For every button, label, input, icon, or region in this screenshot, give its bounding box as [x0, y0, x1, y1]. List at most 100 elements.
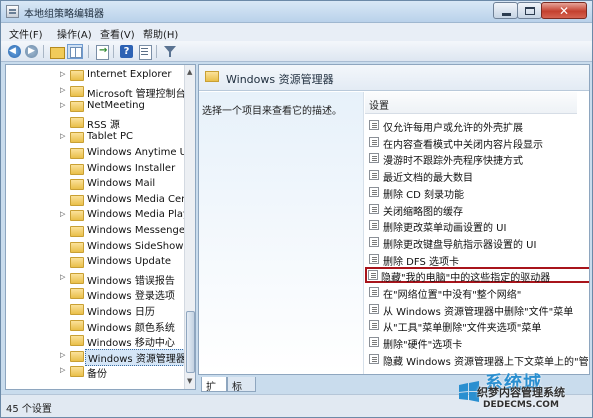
scroll-up-icon[interactable]: ▲	[187, 68, 192, 76]
tree-item[interactable]: ▷ Microsoft 管理控制台	[6, 84, 186, 100]
tree-item-label: Windows Installer	[87, 162, 176, 174]
tree-item-label: Windows 日历	[87, 307, 155, 318]
setting-row[interactable]: 从 Windows 资源管理器中删除"文件"菜单	[367, 301, 577, 318]
minimize-button[interactable]	[493, 2, 518, 19]
tree-item[interactable]: Windows Installer	[6, 162, 184, 177]
policy-setting-icon	[368, 270, 378, 281]
policy-setting-icon	[369, 320, 379, 331]
close-icon: ✕	[559, 4, 570, 18]
folder-icon	[70, 101, 84, 113]
tree-item[interactable]: Windows Media Cent	[6, 193, 191, 208]
policy-setting-icon	[369, 170, 379, 181]
tree-item[interactable]: ▷ Windows 错误报告	[6, 271, 184, 287]
expand-arrow-icon[interactable]: ▷	[60, 366, 65, 374]
help-icon[interactable]	[119, 44, 135, 59]
setting-row[interactable]: 隐藏 Windows 资源管理器上下文菜单上的"管	[367, 351, 589, 368]
setting-row[interactable]: 仅允许每用户或允许的外壳扩展	[367, 117, 577, 134]
expand-arrow-icon[interactable]: ▷	[60, 70, 65, 78]
tree-item-label: Windows Mail	[87, 178, 156, 190]
tree-item[interactable]: Windows 移动中心	[6, 333, 184, 349]
show-hide-tree-icon[interactable]	[67, 44, 83, 59]
setting-label: 从 Windows 资源管理器中删除"文件"菜单	[383, 306, 574, 318]
tree-item[interactable]: ▷ Internet Explorer	[6, 68, 184, 83]
folder-icon	[70, 210, 84, 222]
policy-setting-icon	[369, 287, 379, 297]
tree-item[interactable]: Windows Anytime Up	[6, 146, 193, 161]
expand-arrow-icon[interactable]: ▷	[60, 351, 65, 359]
setting-row[interactable]: 在"网络位置"中没有"整个网络"	[367, 284, 577, 301]
setting-row[interactable]: 删除 CD 刻录功能	[367, 184, 577, 201]
expand-arrow-icon[interactable]: ▷	[60, 132, 65, 140]
tree-item[interactable]: Windows Mail	[6, 177, 184, 192]
tree-item[interactable]: ▷ Windows Media Play	[6, 208, 189, 223]
close-button[interactable]: ✕	[541, 2, 587, 19]
setting-row[interactable]: 最近文档的最大数目	[367, 167, 577, 184]
tree-item[interactable]: ▷ Tablet PC	[6, 130, 184, 145]
tree-item[interactable]: Windows 登录选项	[6, 286, 184, 302]
folder-icon	[70, 163, 84, 175]
setting-label: 在内容查看模式中关闭内容片段显示	[383, 139, 543, 151]
tree-item-label: Windows Update	[87, 256, 172, 268]
tree-item[interactable]: Windows 颜色系统	[6, 318, 184, 334]
column-header-setting[interactable]: 设置	[365, 92, 577, 114]
policy-setting-icon	[369, 220, 379, 231]
scroll-down-icon[interactable]: ▼	[187, 377, 192, 385]
tree-item[interactable]: Windows Update	[6, 255, 184, 270]
policy-setting-icon	[369, 136, 379, 147]
tree-item[interactable]: Windows 日历	[6, 302, 184, 318]
expand-arrow-icon[interactable]: ▷	[60, 86, 65, 94]
title-bar[interactable]: 本地组策略编辑器 ✕	[1, 1, 592, 23]
tree-item[interactable]: ▷ 备份	[6, 364, 184, 380]
folder-icon	[70, 350, 84, 362]
tree-scrollbar[interactable]: ▲ ▼	[184, 65, 195, 389]
folder-icon	[70, 132, 84, 144]
setting-row[interactable]: 删除更改键盘导航指示器设置的 UI	[367, 234, 577, 251]
filter-icon[interactable]	[162, 44, 178, 59]
setting-row[interactable]: 漫游时不跟踪外壳程序快捷方式	[367, 150, 577, 167]
setting-label: 隐藏"我的电脑"中的这些指定的驱动器	[381, 273, 551, 285]
menu-help[interactable]: 帮助(H)	[143, 26, 178, 41]
setting-row[interactable]: 删除"硬件"选项卡	[367, 334, 577, 351]
setting-label: 删除更改菜单动画设置的 UI	[383, 223, 507, 235]
tree-item[interactable]: Windows Messenger	[6, 224, 189, 239]
folder-icon	[70, 304, 84, 315]
tree-item-label: Windows 资源管理器	[85, 348, 189, 366]
properties-icon[interactable]	[137, 44, 153, 60]
setting-row[interactable]: 从"工具"菜单删除"文件夹选项"菜单	[367, 317, 577, 334]
tab-standard[interactable]: 标准	[227, 377, 256, 408]
settings-list: 设置 仅允许每用户或允许的外壳扩展在内容查看模式中关闭内容片段显示 漫游时不跟踪外…	[365, 92, 589, 374]
setting-row[interactable]: 关闭缩略图的缓存	[367, 201, 577, 218]
menu-file[interactable]: 文件(F)	[9, 26, 43, 41]
setting-row[interactable]: 隐藏"我的电脑"中的这些指定的驱动器	[365, 267, 589, 285]
folder-icon	[70, 241, 84, 253]
menu-action[interactable]: 操作(A)	[57, 26, 92, 41]
export-list-icon[interactable]	[94, 44, 110, 60]
toolbar-separator	[156, 45, 157, 58]
tree-item[interactable]: Windows SideShow	[6, 240, 184, 255]
tree-item-label: Internet Explorer	[87, 69, 172, 80]
policy-setting-icon	[369, 253, 379, 264]
tree-item-label: Windows Media Cent	[87, 193, 192, 205]
folder-icon	[70, 148, 84, 159]
tree-pane[interactable]: ▷ Internet Explorer ▷ Microsoft 管理控制台 ▷ NetMe…	[5, 64, 196, 390]
setting-row[interactable]: 在内容查看模式中关闭内容片段显示	[367, 134, 577, 151]
expand-arrow-icon[interactable]: ▷	[60, 101, 65, 109]
forward-icon[interactable]	[24, 44, 40, 59]
tree-scroll-thumb[interactable]	[186, 311, 195, 373]
setting-row[interactable]: 删除 DFS 选项卡	[367, 251, 577, 268]
tab-extended[interactable]: 扩展	[201, 377, 227, 408]
tree-item[interactable]: ▷ NetMeeting	[6, 99, 184, 114]
back-icon[interactable]	[7, 44, 23, 59]
tree-item[interactable]: RSS 源	[6, 115, 184, 131]
tree-item-label: Windows Media Play	[87, 209, 189, 221]
expand-arrow-icon[interactable]: ▷	[60, 273, 65, 281]
folder-icon	[205, 71, 219, 82]
tree-item-label: RSS 源	[87, 119, 120, 131]
menu-view[interactable]: 查看(V)	[100, 26, 135, 41]
up-folder-icon[interactable]	[49, 44, 65, 59]
tree-item-label: Windows SideShow	[87, 240, 184, 252]
tree-item[interactable]: ▷ Windows 资源管理器	[6, 348, 189, 366]
maximize-button[interactable]	[517, 2, 542, 19]
expand-arrow-icon[interactable]: ▷	[60, 210, 65, 218]
setting-row[interactable]: 删除更改菜单动画设置的 UI	[367, 217, 577, 235]
